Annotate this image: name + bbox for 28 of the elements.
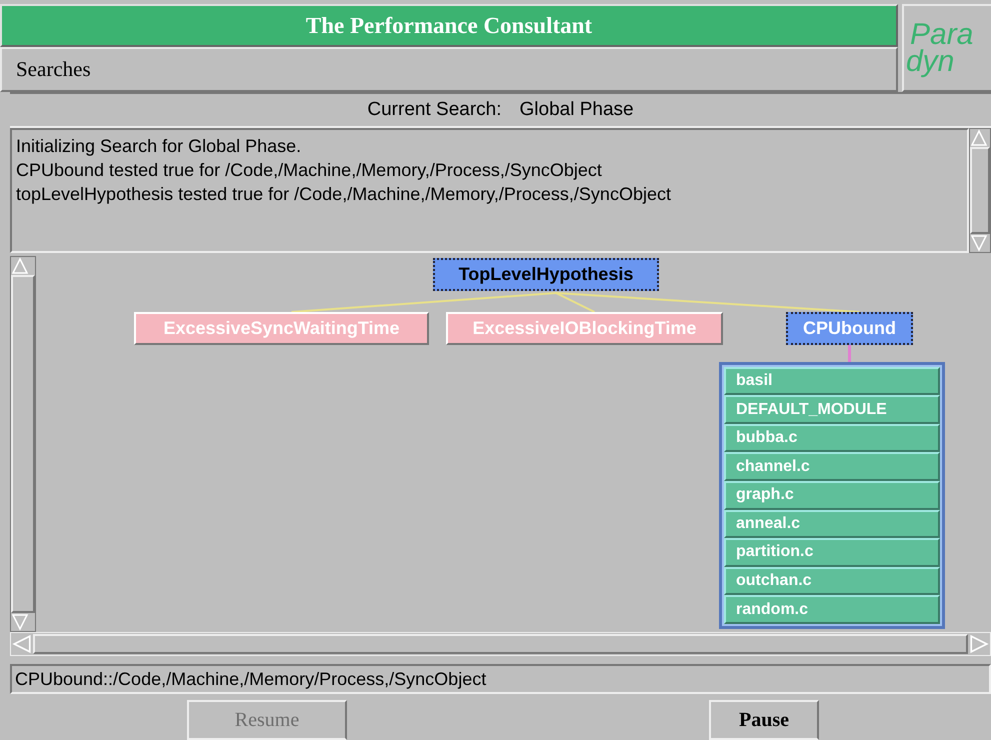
scroll-down-icon[interactable] [970,234,988,252]
scroll-up-icon[interactable] [11,256,29,275]
window-title: The Performance Consultant [0,4,898,47]
module-item[interactable]: graph.c [724,481,940,510]
module-item[interactable]: bubba.c [724,424,940,452]
module-item[interactable]: basil [724,366,940,396]
log-line: Initializing Search for Global Phase. [16,134,302,158]
hypothesis-node[interactable]: CPUbound [786,312,913,345]
scroll-up-icon[interactable] [970,128,988,147]
hypothesis-node[interactable]: ExcessiveSyncWaitingTime [134,312,429,345]
current-search-value: Global Phase [520,98,634,121]
scroll-down-icon[interactable] [11,613,29,632]
log-line: CPUbound tested true for /Code,/Machine,/Memory,/Process,/SyncObject [16,158,603,182]
hypothesis-node[interactable]: TopLevelHypothesis [433,258,659,291]
module-item[interactable]: outchan.c [724,566,940,596]
module-item[interactable]: random.c [724,595,940,624]
vertical-scrollbar[interactable] [969,128,991,253]
module-item[interactable]: partition.c [724,538,940,567]
current-search-label: Current Search: [367,98,502,121]
module-item[interactable]: channel.c [724,452,940,481]
log-line: topLevelHypothesis tested true for /Code,/Machine,/Memory,/Process,/SyncObject [16,182,672,206]
vertical-scrollbar[interactable] [10,256,36,632]
hypothesis-node[interactable]: ExcessiveIOBlockingTime [446,312,723,345]
logo: Para dyn [902,4,991,92]
module-item[interactable]: DEFAULT_MODULE [724,395,940,424]
menu-item[interactable]: Searches [16,56,91,82]
pause-button[interactable]: Pause [709,700,819,740]
module-item[interactable]: anneal.c [724,510,940,538]
